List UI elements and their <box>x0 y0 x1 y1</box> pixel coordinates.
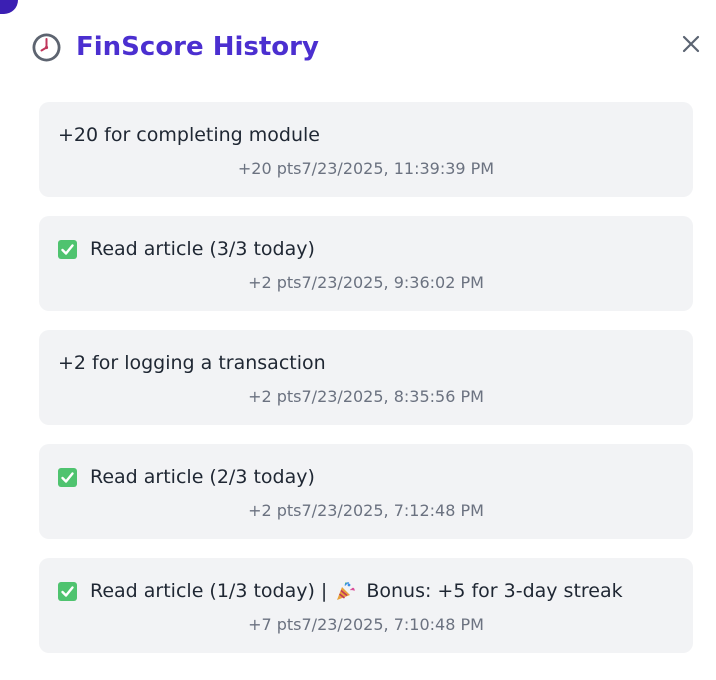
entry-text: +20 for completing module <box>58 124 320 146</box>
history-entry: +2 for logging a transaction +2 pts7/23/… <box>39 330 693 425</box>
entry-text: +2 for logging a transaction <box>58 352 326 374</box>
history-entry: Read article (1/3 today) | Bonus: +5 for… <box>39 558 693 653</box>
entry-timestamp: 7/23/2025, 8:35:56 PM <box>301 387 484 406</box>
entry-text: Read article (2/3 today) <box>90 466 315 488</box>
entry-description: +2 for logging a transaction <box>58 352 326 374</box>
entry-timestamp: 7/23/2025, 7:12:48 PM <box>301 501 484 520</box>
entry-meta: +2 pts7/23/2025, 8:35:56 PM <box>39 387 693 406</box>
entry-timestamp: 7/23/2025, 7:10:48 PM <box>301 615 484 634</box>
entry-description: +20 for completing module <box>58 124 320 146</box>
entry-points: +2 pts <box>248 387 302 406</box>
check-icon <box>58 239 77 259</box>
check-icon <box>58 581 77 601</box>
close-button[interactable] <box>680 33 702 55</box>
history-entry: Read article (2/3 today) +2 pts7/23/2025… <box>39 444 693 539</box>
modal-title: FinScore History <box>76 32 319 62</box>
corner-accent <box>0 0 18 14</box>
clock-icon <box>31 32 62 63</box>
entry-bonus-text: Bonus: +5 for 3-day streak <box>366 580 623 602</box>
modal-header: FinScore History <box>31 30 319 64</box>
close-icon <box>682 35 700 53</box>
entry-description: Read article (2/3 today) <box>58 466 315 488</box>
history-list: +20 for completing module +20 pts7/23/20… <box>39 102 693 672</box>
party-popper-icon <box>335 581 356 602</box>
entry-meta: +20 pts7/23/2025, 11:39:39 PM <box>39 159 693 178</box>
history-entry: Read article (3/3 today) +2 pts7/23/2025… <box>39 216 693 311</box>
entry-text: Read article (3/3 today) <box>90 238 315 260</box>
entry-points: +2 pts <box>248 273 302 292</box>
entry-timestamp: 7/23/2025, 9:36:02 PM <box>301 273 484 292</box>
entry-description: Read article (3/3 today) <box>58 238 315 260</box>
history-entry: +20 for completing module +20 pts7/23/20… <box>39 102 693 197</box>
entry-points: +20 pts <box>237 159 302 178</box>
check-icon <box>58 467 77 487</box>
entry-meta: +2 pts7/23/2025, 7:12:48 PM <box>39 501 693 520</box>
entry-text: Read article (1/3 today) | <box>90 580 328 602</box>
entry-description: Read article (1/3 today) | Bonus: +5 for… <box>58 580 623 602</box>
entry-points: +2 pts <box>248 501 302 520</box>
finscore-history-modal: FinScore History +20 for completing modu… <box>0 0 716 680</box>
entry-points: +7 pts <box>248 615 302 634</box>
entry-timestamp: 7/23/2025, 11:39:39 PM <box>301 159 495 178</box>
entry-meta: +7 pts7/23/2025, 7:10:48 PM <box>39 615 693 634</box>
entry-meta: +2 pts7/23/2025, 9:36:02 PM <box>39 273 693 292</box>
